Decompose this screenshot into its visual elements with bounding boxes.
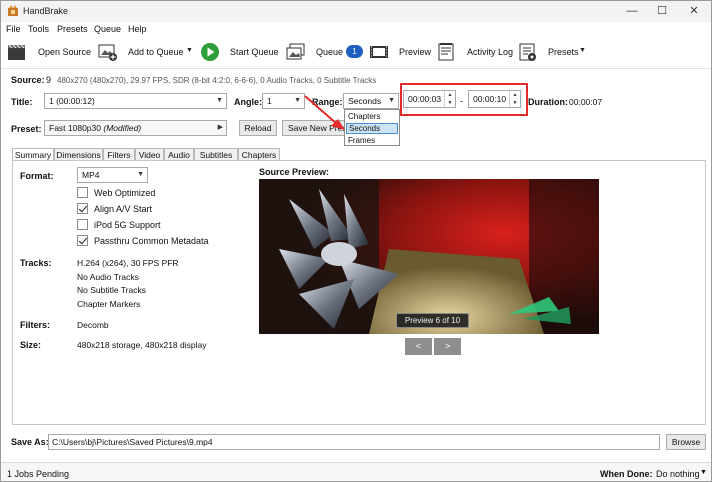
reload-button[interactable]: Reload	[239, 120, 277, 136]
web-optimized-checkbox[interactable]	[77, 187, 88, 198]
title-label: Title:	[11, 97, 33, 107]
preview-next-button[interactable]: >	[434, 338, 461, 355]
menu-tools[interactable]: Tools	[28, 24, 49, 34]
title-dropdown[interactable]: 1 (00:00:12) ▼	[44, 93, 227, 109]
activity-log-icon[interactable]	[437, 42, 457, 62]
angle-dropdown-value: 1	[267, 96, 272, 106]
preset-modified-tag: (Modified)	[103, 123, 142, 133]
start-queue-icon[interactable]	[200, 42, 220, 62]
passthru-metadata-label: Passthru Common Metadata	[94, 236, 209, 246]
preview-button[interactable]: Preview	[399, 47, 431, 57]
status-bar: 1 Jobs Pending When Done: Do nothing ▼	[1, 462, 711, 481]
track-chapters: Chapter Markers	[77, 299, 141, 309]
range-options-list: Chapters Seconds Frames	[344, 109, 400, 146]
queue-icon[interactable]	[286, 42, 306, 62]
size-value: 480x218 storage, 480x218 display	[77, 340, 207, 350]
menu-help[interactable]: Help	[128, 24, 147, 34]
menu-queue[interactable]: Queue	[94, 24, 121, 34]
align-av-start-checkbox[interactable]	[77, 203, 88, 214]
maximize-button[interactable]: ☐	[649, 1, 675, 21]
queue-count-badge: 1	[346, 45, 363, 58]
format-label: Format:	[20, 171, 54, 181]
window-title: HandBrake	[23, 6, 69, 16]
duration-value: 00:00:07	[569, 97, 603, 107]
web-optimized-label: Web Optimized	[94, 188, 156, 198]
track-subtitle: No Subtitle Tracks	[77, 285, 146, 295]
tracks-label: Tracks:	[20, 258, 52, 268]
track-video: H.264 (x264), 30 FPS PFR	[77, 258, 179, 268]
source-preview-label: Source Preview:	[259, 167, 330, 177]
menu-bar: File Tools Presets Queue Help	[1, 22, 711, 39]
preset-label: Preset:	[11, 124, 42, 134]
preset-selector[interactable]: Fast 1080p30 (Modified) ▶	[44, 120, 227, 136]
angle-dropdown[interactable]: 1 ▼	[262, 93, 305, 109]
start-queue-button[interactable]: Start Queue	[230, 47, 279, 57]
handbrake-logo-icon	[8, 5, 18, 16]
open-source-icon[interactable]	[7, 42, 27, 62]
presets-dropdown-icon[interactable]: ▼	[579, 47, 586, 54]
add-to-queue-icon[interactable]	[98, 42, 118, 62]
source-number: 9	[46, 75, 52, 85]
add-to-queue-dropdown-icon[interactable]: ▼	[186, 47, 193, 54]
title-bar: HandBrake — ☐ ✕	[1, 1, 711, 22]
add-to-queue-button[interactable]: Add to Queue	[128, 47, 184, 57]
minimize-button[interactable]: —	[619, 1, 645, 21]
track-audio: No Audio Tracks	[77, 272, 139, 282]
chevron-down-icon: ▼	[294, 97, 301, 104]
chevron-down-icon[interactable]: ▼	[700, 469, 707, 476]
menu-presets[interactable]: Presets	[57, 24, 88, 34]
source-preview-image	[259, 179, 599, 334]
menu-file[interactable]: File	[6, 24, 21, 34]
presets-icon[interactable]	[518, 42, 538, 62]
preset-name: Fast 1080p30	[49, 123, 101, 133]
toolbar: Open Source Add to Queue ▼ Start Queue Q…	[1, 39, 711, 66]
source-label: Source:	[11, 75, 45, 85]
queue-button[interactable]: Queue	[316, 47, 343, 57]
range-dropdown-value: Seconds	[348, 96, 382, 106]
filters-value: Decomb	[77, 320, 109, 330]
range-highlight-annotation	[400, 83, 528, 116]
close-button[interactable]: ✕	[681, 1, 707, 21]
browse-button[interactable]: Browse	[666, 434, 706, 450]
chevron-right-icon: ▶	[217, 124, 223, 131]
ipod-5g-support-checkbox[interactable]	[77, 219, 88, 230]
title-dropdown-value: 1 (00:00:12)	[49, 96, 95, 106]
presets-button[interactable]: Presets	[548, 47, 579, 57]
preview-prev-button[interactable]: <	[405, 338, 432, 355]
preview-position-caption: Preview 6 of 10	[396, 313, 469, 328]
handbrake-window: HandBrake — ☐ ✕ File Tools Presets Queue…	[0, 0, 712, 482]
when-done-dropdown[interactable]: Do nothing	[656, 469, 700, 479]
jobs-pending-status: 1 Jobs Pending	[7, 469, 70, 479]
ipod-5g-support-label: iPod 5G Support	[94, 220, 161, 230]
size-label: Size:	[20, 340, 42, 350]
align-av-start-label: Align A/V Start	[94, 204, 153, 214]
format-dropdown-value: MP4	[82, 170, 100, 180]
annotation-arrow	[304, 95, 345, 130]
range-option-chapters[interactable]: Chapters	[346, 111, 398, 122]
toolbar-divider	[1, 68, 711, 69]
chevron-down-icon: ▼	[388, 97, 395, 104]
filters-label: Filters:	[20, 320, 51, 330]
save-as-label: Save As:	[11, 437, 49, 447]
angle-label: Angle:	[234, 97, 262, 107]
range-option-seconds[interactable]: Seconds	[346, 123, 398, 134]
open-source-button[interactable]: Open Source	[38, 47, 91, 57]
chevron-down-icon: ▼	[137, 171, 144, 178]
duration-label: Duration:	[528, 97, 568, 107]
preview-icon[interactable]	[369, 42, 389, 62]
format-dropdown[interactable]: MP4 ▼	[77, 167, 148, 183]
range-dropdown[interactable]: Seconds ▼	[343, 93, 399, 109]
source-info: 480x270 (480x270), 29.97 FPS, SDR (8-bit…	[57, 76, 377, 85]
chevron-down-icon: ▼	[216, 97, 223, 104]
when-done-label: When Done:	[600, 469, 653, 479]
activity-log-button[interactable]: Activity Log	[467, 47, 513, 57]
passthru-metadata-checkbox[interactable]	[77, 235, 88, 246]
range-option-frames[interactable]: Frames	[346, 135, 398, 146]
save-as-path-input[interactable]: C:\Users\bj\Pictures\Saved Pictures\9.mp…	[48, 434, 660, 450]
